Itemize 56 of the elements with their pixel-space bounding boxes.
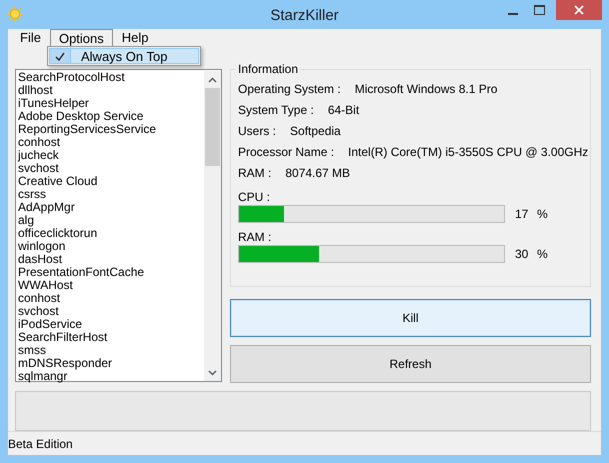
list-item[interactable]: svchost — [18, 305, 204, 318]
info-value: Intel(R) Core(TM) i5-3550S CPU @ 3.00GHz — [348, 144, 588, 158]
info-value: Softpedia — [290, 124, 341, 138]
list-item[interactable]: PresentationFontCache — [18, 266, 204, 279]
menu-item[interactable]: File — [11, 28, 50, 48]
info-label: Operating System : — [238, 82, 341, 96]
list-item[interactable]: Adobe Desktop Service — [18, 110, 204, 123]
list-item[interactable]: WWAHost — [18, 279, 204, 292]
list-item[interactable]: Creative Cloud — [18, 175, 204, 188]
minimize-icon — [508, 13, 518, 15]
close-icon — [574, 5, 584, 15]
list-item[interactable]: ReportingServicesService — [18, 123, 204, 136]
percent-value: 17 — [515, 206, 530, 220]
info-label: System Type : — [238, 102, 314, 116]
list-item[interactable]: dllhost — [18, 84, 204, 97]
list-item[interactable]: SearchFilterHost — [18, 331, 204, 344]
list-item[interactable]: dasHost — [18, 253, 204, 266]
list-item[interactable]: svchost — [18, 162, 204, 175]
info-label: RAM : — [238, 166, 272, 180]
list-item[interactable]: conhost — [18, 292, 204, 305]
list-item[interactable]: jucheck — [18, 149, 204, 162]
sun-icon — [6, 5, 24, 23]
list-item[interactable]: officeclicktorun — [18, 227, 204, 240]
info-label: Users : — [238, 124, 276, 138]
scrollbar[interactable] — [204, 71, 221, 381]
status-text: Beta Edition — [8, 436, 73, 450]
list-item[interactable]: AdAppMgr — [18, 201, 204, 214]
list-item[interactable]: smss — [18, 344, 204, 357]
list-item[interactable]: csrss — [18, 188, 204, 201]
process-list[interactable] — [15, 69, 222, 382]
scroll-thumb[interactable] — [205, 88, 220, 166]
info-value: 8074.67 MB — [285, 166, 350, 180]
meter-label: CPU : — [238, 190, 272, 204]
window-title: StarzKiller — [270, 7, 339, 24]
list-item[interactable]: iPodService — [18, 318, 204, 331]
percent-sign: % — [537, 206, 548, 220]
list-item[interactable]: alg — [18, 214, 204, 227]
group-title: Information — [236, 62, 300, 76]
info-value: Microsoft Windows 8.1 Pro — [354, 82, 498, 96]
close-button[interactable] — [556, 0, 602, 20]
percent-value: 30 — [515, 246, 530, 260]
percent-sign: % — [537, 246, 548, 260]
list-item[interactable]: iTunesHelper — [18, 97, 204, 110]
list-item[interactable]: conhost — [18, 136, 204, 149]
list-item[interactable]: sqlmangr — [18, 370, 204, 383]
maximize-icon — [534, 5, 545, 15]
info-value: 64-Bit — [328, 102, 360, 116]
action-button[interactable]: Kill — [230, 299, 591, 337]
menu-item[interactable]: Help — [112, 28, 158, 48]
action-button[interactable]: Refresh — [230, 345, 591, 383]
list-item[interactable]: SearchProtocolHost — [18, 71, 204, 84]
list-item[interactable]: mDNSResponder — [18, 357, 204, 370]
list-item[interactable]: winlogon — [18, 240, 204, 253]
menu-option[interactable]: Always On Top — [49, 48, 199, 64]
info-label: Processor Name : — [238, 144, 334, 158]
meter-label: RAM : — [238, 230, 272, 244]
